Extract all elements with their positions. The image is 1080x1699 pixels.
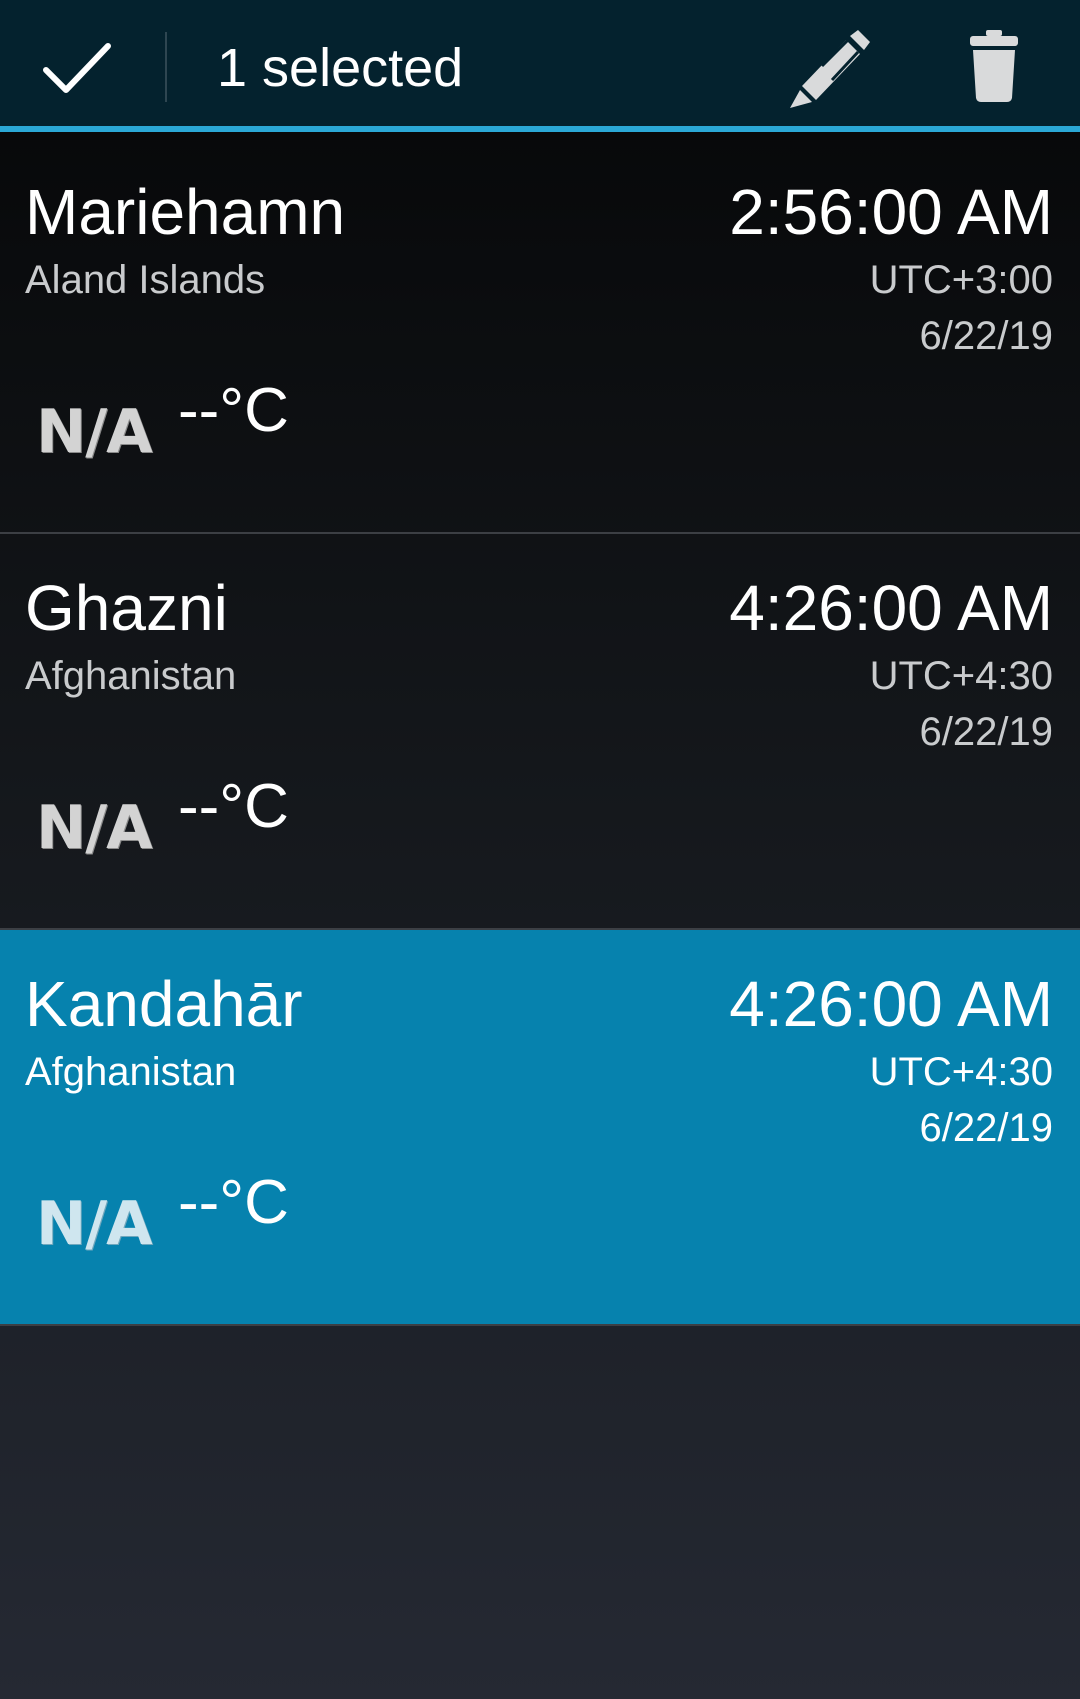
contextual-action-bar: 1 selected xyxy=(0,0,1080,132)
temperature: --°C xyxy=(178,376,289,445)
city-name: Mariehamn xyxy=(25,176,346,248)
temperature: --°C xyxy=(178,1168,289,1237)
weather-unavailable-icon: N/A xyxy=(36,1189,153,1259)
pencil-icon xyxy=(790,30,870,108)
country-name: Afghanistan xyxy=(25,1050,237,1094)
action-bar-divider xyxy=(165,32,167,102)
city-name: Kandahār xyxy=(25,968,303,1040)
local-time: 4:26:00 AM xyxy=(729,968,1053,1040)
local-date: 6/22/19 xyxy=(919,1106,1053,1150)
city-list-item[interactable]: Ghazni Afghanistan 4:26:00 AM UTC+4:30 6… xyxy=(0,534,1080,930)
done-button[interactable] xyxy=(0,0,166,126)
selection-count-label: 1 selected xyxy=(217,38,464,98)
utc-offset: UTC+4:30 xyxy=(869,1050,1053,1094)
local-date: 6/22/19 xyxy=(919,314,1053,358)
utc-offset: UTC+3:00 xyxy=(869,258,1053,302)
checkmark-icon xyxy=(43,43,111,93)
edit-button[interactable] xyxy=(770,14,890,118)
utc-offset: UTC+4:30 xyxy=(869,654,1053,698)
city-name: Ghazni xyxy=(25,572,228,644)
weather-unavailable-icon: N/A xyxy=(36,397,153,467)
city-list-item-selected[interactable]: Kandahār Afghanistan 4:26:00 AM UTC+4:30… xyxy=(0,930,1080,1326)
local-date: 6/22/19 xyxy=(919,710,1053,754)
world-clock-list: Mariehamn Aland Islands 2:56:00 AM UTC+3… xyxy=(0,138,1080,1326)
delete-button[interactable] xyxy=(940,14,1050,118)
local-time: 4:26:00 AM xyxy=(729,572,1053,644)
country-name: Afghanistan xyxy=(25,654,237,698)
weather-unavailable-icon: N/A xyxy=(36,793,153,863)
trash-icon xyxy=(970,30,1018,102)
local-time: 2:56:00 AM xyxy=(729,176,1053,248)
country-name: Aland Islands xyxy=(25,258,266,302)
temperature: --°C xyxy=(178,772,289,841)
city-list-item[interactable]: Mariehamn Aland Islands 2:56:00 AM UTC+3… xyxy=(0,138,1080,534)
